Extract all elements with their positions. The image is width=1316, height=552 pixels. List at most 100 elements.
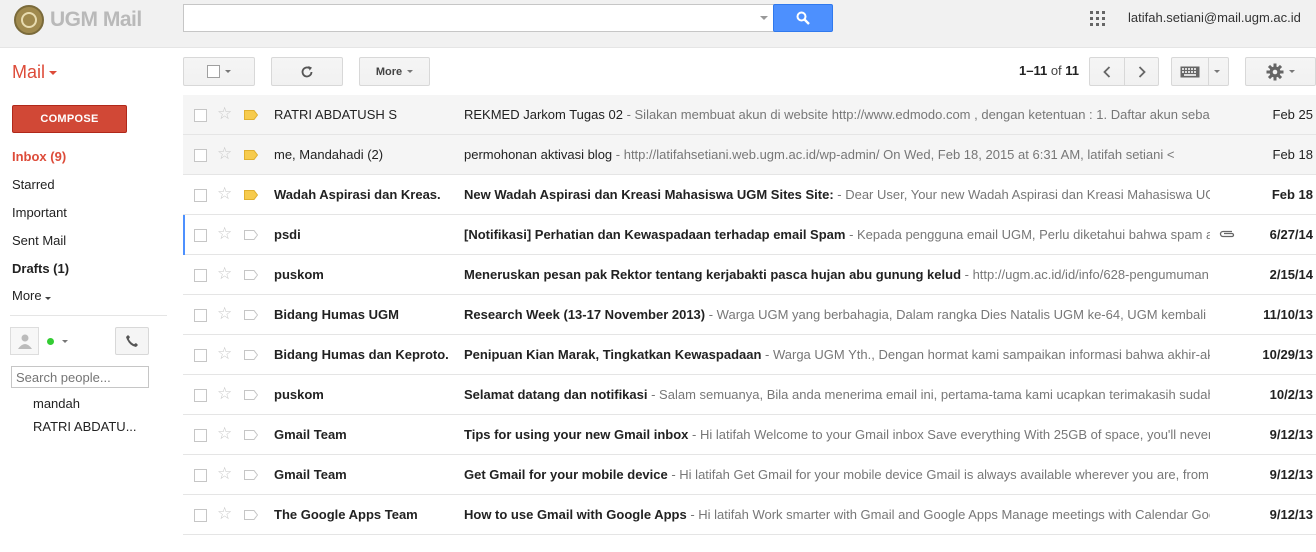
search-button[interactable] (773, 4, 833, 32)
message-date: 9/12/13 (1269, 467, 1313, 482)
message-subject: REKMED Jarkom Tugas 02 (464, 107, 623, 122)
ugm-mail-logo[interactable]: UGM Mail (14, 4, 142, 36)
message-content: Get Gmail for your mobile device - Hi la… (464, 467, 1210, 482)
search-input[interactable] (183, 4, 775, 32)
message-checkbox[interactable] (194, 469, 207, 482)
search-people-input[interactable] (11, 366, 149, 388)
message-sender: The Google Apps Team (274, 507, 418, 522)
sidebar-item-drafts[interactable]: Drafts (1) (12, 261, 162, 276)
message-snippet: - Kepada pengguna email UGM, Perlu diket… (845, 227, 1210, 242)
star-icon[interactable]: ☆ (217, 185, 232, 202)
message-date: 2/15/14 (1269, 267, 1313, 282)
message-row[interactable]: ☆ Bidang Humas dan Keproto. Penipuan Kia… (183, 335, 1316, 375)
message-checkbox[interactable] (194, 229, 207, 242)
message-checkbox[interactable] (194, 309, 207, 322)
message-content: Penipuan Kian Marak, Tingkatkan Kewaspad… (464, 347, 1210, 362)
message-snippet: - Hi latifah Get Gmail for your mobile d… (667, 467, 1210, 482)
message-row[interactable]: ☆ psdi [Notifikasi] Perhatian dan Kewasp… (183, 215, 1316, 255)
message-content: REKMED Jarkom Tugas 02 - Silakan membuat… (464, 107, 1210, 122)
star-icon[interactable]: ☆ (217, 145, 232, 162)
star-icon[interactable]: ☆ (217, 465, 232, 482)
star-icon[interactable]: ☆ (217, 425, 232, 442)
chevron-down-icon (407, 70, 414, 73)
star-icon[interactable]: ☆ (217, 265, 232, 282)
message-row[interactable]: ☆ Wadah Aspirasi dan Kreas. New Wadah As… (183, 175, 1316, 215)
message-checkbox[interactable] (194, 389, 207, 402)
message-checkbox[interactable] (194, 509, 207, 522)
star-icon[interactable]: ☆ (217, 225, 232, 242)
search-options-dropdown-icon[interactable] (760, 16, 768, 20)
refresh-button[interactable] (271, 57, 343, 86)
input-tools-button[interactable] (1171, 57, 1229, 86)
message-subject: Research Week (13-17 November 2013) (464, 307, 706, 322)
importance-marker-icon[interactable] (244, 270, 258, 280)
importance-marker-icon[interactable] (244, 390, 258, 400)
select-all-button[interactable] (183, 57, 255, 86)
message-sender: Gmail Team (274, 427, 347, 442)
message-row[interactable]: ☆ Gmail Team Get Gmail for your mobile d… (183, 455, 1316, 495)
importance-marker-icon[interactable] (244, 150, 258, 160)
message-date: Feb 18 (1272, 147, 1313, 162)
message-checkbox[interactable] (194, 189, 207, 202)
chevron-right-icon (1138, 65, 1146, 78)
more-actions-button[interactable]: More (359, 57, 430, 86)
older-button[interactable] (1124, 57, 1159, 86)
chevron-down-icon (1214, 70, 1220, 73)
chevron-down-icon[interactable] (62, 340, 68, 343)
importance-marker-icon[interactable] (244, 510, 258, 520)
message-checkbox[interactable] (194, 109, 207, 122)
sidebar-item-sent-mail[interactable]: Sent Mail (12, 233, 162, 248)
message-checkbox[interactable] (194, 349, 207, 362)
importance-marker-icon[interactable] (244, 430, 258, 440)
star-icon[interactable]: ☆ (217, 305, 232, 322)
star-icon[interactable]: ☆ (217, 345, 232, 362)
message-checkbox[interactable] (194, 149, 207, 162)
message-row[interactable]: ☆ RATRI ABDATUSH S REKMED Jarkom Tugas 0… (183, 95, 1316, 135)
message-date: 10/2/13 (1269, 387, 1313, 402)
message-subject: How to use Gmail with Google Apps (464, 507, 687, 522)
importance-marker-icon[interactable] (244, 350, 258, 360)
mail-app-switcher[interactable]: Mail (12, 62, 58, 83)
importance-marker-icon[interactable] (244, 310, 258, 320)
newer-button[interactable] (1089, 57, 1125, 86)
sidebar-item-starred[interactable]: Starred (12, 177, 162, 192)
message-content: New Wadah Aspirasi dan Kreasi Mahasiswa … (464, 187, 1210, 202)
contact-item[interactable]: RATRI ABDATU... (33, 419, 137, 434)
message-date: 10/29/13 (1262, 347, 1313, 362)
sidebar-item-important[interactable]: Important (12, 205, 162, 220)
chat-status-indicator[interactable] (47, 338, 54, 345)
compose-button[interactable]: COMPOSE (12, 105, 127, 133)
message-subject: Get Gmail for your mobile device (464, 467, 668, 482)
message-sender: Bidang Humas dan Keproto. (274, 347, 449, 362)
call-phone-button[interactable] (115, 327, 149, 355)
message-checkbox[interactable] (194, 429, 207, 442)
star-icon[interactable]: ☆ (217, 505, 232, 522)
message-row[interactable]: ☆ puskom Selamat datang dan notifikasi -… (183, 375, 1316, 415)
message-row[interactable]: ☆ puskom Meneruskan pesan pak Rektor ten… (183, 255, 1316, 295)
message-checkbox[interactable] (194, 269, 207, 282)
message-row[interactable]: ☆ Bidang Humas UGM Research Week (13-17 … (183, 295, 1316, 335)
top-bar: UGM Mail latifah.setiani@mail.ugm.ac.id (0, 0, 1316, 48)
sidebar-item-inbox[interactable]: Inbox (9) (12, 149, 162, 164)
importance-marker-icon[interactable] (244, 110, 258, 120)
star-icon[interactable]: ☆ (217, 385, 232, 402)
message-row[interactable]: ☆ me, Mandahadi (2) permohonan aktivasi … (183, 135, 1316, 175)
star-icon[interactable]: ☆ (217, 105, 232, 122)
message-snippet: - http://latifahsetiani.web.ugm.ac.id/wp… (612, 147, 1175, 162)
apps-grid-icon[interactable] (1090, 11, 1105, 26)
avatar[interactable] (10, 327, 39, 355)
message-row[interactable]: ☆ Gmail Team Tips for using your new Gma… (183, 415, 1316, 455)
sidebar-item-more[interactable]: More (12, 288, 162, 303)
message-content: permohonan aktivasi blog - http://latifa… (464, 147, 1210, 162)
contact-item[interactable]: mandah (33, 396, 80, 411)
importance-marker-icon[interactable] (244, 190, 258, 200)
message-row[interactable]: ☆ The Google Apps Team How to use Gmail … (183, 495, 1316, 535)
message-subject: Tips for using your new Gmail inbox (464, 427, 689, 442)
message-subject: Penipuan Kian Marak, Tingkatkan Kewaspad… (464, 347, 762, 362)
settings-button[interactable] (1245, 57, 1316, 86)
account-email[interactable]: latifah.setiani@mail.ugm.ac.id (1128, 10, 1301, 25)
importance-marker-icon[interactable] (244, 470, 258, 480)
importance-marker-icon[interactable] (244, 230, 258, 240)
chevron-down-icon (49, 71, 58, 76)
message-sender: Bidang Humas UGM (274, 307, 399, 322)
